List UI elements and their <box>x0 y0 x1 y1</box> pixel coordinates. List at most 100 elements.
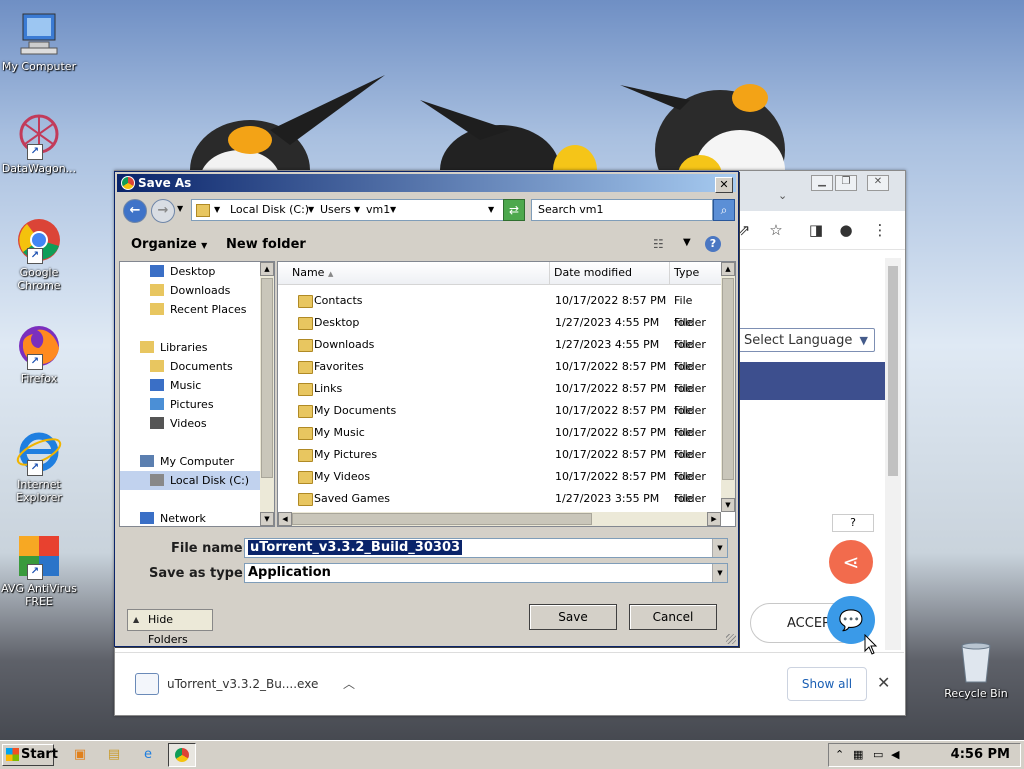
nav-item[interactable]: Downloads <box>120 281 260 300</box>
media-player-icon[interactable]: ▣ <box>70 745 90 765</box>
volume-icon[interactable]: ◀ <box>891 748 899 761</box>
nav-item[interactable]: Videos <box>120 414 260 433</box>
column-header-name[interactable]: Name ▲ <box>278 262 550 284</box>
refresh-icon[interactable]: ⇄ <box>503 199 525 221</box>
file-row[interactable]: My Pictures 10/17/2022 8:57 PM File folder <box>278 444 721 483</box>
breadcrumb-local-disk[interactable]: Local Disk (C:) <box>230 200 309 220</box>
file-name: My Pictures <box>314 448 378 461</box>
scrollbar-thumb[interactable] <box>888 266 898 476</box>
internet-explorer-icon[interactable]: e <box>138 745 158 765</box>
column-header-date-modified[interactable]: Date modified <box>550 262 670 284</box>
browser-menu-icon[interactable]: ⋮ <box>869 219 891 241</box>
file-list-horizontal-scrollbar[interactable]: ◀ ▶ <box>278 512 721 526</box>
breadcrumb-arrow-icon[interactable]: ▼ <box>354 200 360 220</box>
minimize-button[interactable]: ▁ <box>811 175 833 191</box>
download-item[interactable]: uTorrent_v3.3.2_Bu....exe ︿ <box>135 667 355 701</box>
recent-locations-arrow-icon[interactable]: ▼ <box>177 204 183 213</box>
file-date: 10/17/2022 8:57 PM <box>555 426 667 439</box>
display-icon[interactable]: ▭ <box>873 748 883 761</box>
file-row[interactable]: Favorites 10/17/2022 8:57 PM File folder <box>278 356 721 395</box>
forward-button[interactable]: → <box>151 199 175 223</box>
file-list-vertical-scrollbar[interactable]: ▲ ▼ <box>721 262 735 512</box>
new-folder-button[interactable]: New folder <box>226 237 306 252</box>
cancel-button[interactable]: Cancel <box>629 604 717 630</box>
search-input[interactable]: Search vm1 <box>531 199 713 221</box>
file-row[interactable]: My Videos 10/17/2022 8:57 PM File folder <box>278 466 721 505</box>
nav-item[interactable]: Libraries <box>120 338 260 357</box>
bookmark-star-icon[interactable]: ☆ <box>765 219 787 241</box>
file-row[interactable]: Desktop 1/27/2023 4:55 PM File folder <box>278 312 721 351</box>
tab-search-chevron-icon[interactable]: ⌄ <box>778 189 787 202</box>
address-dropdown-icon[interactable]: ▼ <box>488 200 494 220</box>
explorer-folder-icon[interactable]: ▤ <box>104 745 124 765</box>
address-bar[interactable]: ▼ Local Disk (C:) ▼ Users ▼ vm1 ▼ ▼ <box>191 199 511 221</box>
resize-grip[interactable] <box>726 634 736 644</box>
network-icon[interactable]: ▦ <box>853 748 863 761</box>
file-row[interactable]: Saved Games1/27/2023 3:55 PMFile folder <box>278 488 721 526</box>
nav-scrollbar[interactable]: ▲ ▼ <box>260 262 274 526</box>
nav-item[interactable]: Recent Places <box>120 300 260 319</box>
browser-scrollbar[interactable] <box>885 258 901 650</box>
desktop-icon-google-chrome[interactable]: ↗ Google Chrome <box>0 216 78 292</box>
show-all-button[interactable]: Show all <box>787 667 867 701</box>
file-row[interactable]: My Music 10/17/2022 8:57 PM File folder <box>278 422 721 461</box>
breadcrumb-arrow-icon[interactable]: ▼ <box>214 200 220 220</box>
folder-icon <box>150 284 164 296</box>
save-as-type-select[interactable]: Application ▼ <box>244 563 728 583</box>
file-name-input[interactable]: uTorrent_v3.3.2_Build_30303 ▼ <box>244 538 728 558</box>
hide-folders-button[interactable]: Hide Folders <box>127 609 213 646</box>
nav-item[interactable]: Local Disk (C:) <box>120 471 260 490</box>
chevron-up-icon[interactable]: ︿ <box>343 675 355 692</box>
nav-item-label: Music <box>170 379 202 392</box>
nav-item[interactable]: Music <box>120 376 260 395</box>
desktop-icon-internet-explorer[interactable]: ↗ Internet Explorer <box>0 428 78 504</box>
save-button[interactable]: Save <box>529 604 617 630</box>
desktop-icon-datawagon[interactable]: ↗ DataWagon... <box>0 112 78 175</box>
help-icon[interactable]: ? <box>705 236 721 252</box>
dropdown-arrow-icon[interactable]: ▼ <box>712 564 727 582</box>
share-fab-button[interactable]: ⋖ <box>829 540 873 584</box>
organize-menu[interactable]: Organize ▼ <box>131 237 207 252</box>
file-date: 1/27/2023 3:55 PM <box>555 492 660 505</box>
language-select[interactable]: Select Language ▼ <box>737 328 875 352</box>
nav-item[interactable]: My Computer <box>120 452 260 471</box>
desktop-icon-recycle-bin[interactable]: Recycle Bin <box>944 640 1008 700</box>
desktop-icon-my-computer[interactable]: My Computer <box>0 10 78 73</box>
maximize-button[interactable]: ❐ <box>835 175 857 191</box>
file-row[interactable]: Links 10/17/2022 8:57 PM File folder <box>278 378 721 417</box>
close-button[interactable]: ✕ <box>867 175 889 191</box>
profile-avatar-icon[interactable]: ● <box>835 219 857 241</box>
help-question-button[interactable]: ? <box>832 514 874 532</box>
scrollbar-thumb[interactable] <box>292 513 592 525</box>
dialog-close-button[interactable]: ✕ <box>715 177 733 193</box>
start-button[interactable]: Start <box>2 744 58 766</box>
nav-item[interactable]: Network <box>120 509 260 526</box>
nav-item[interactable]: Documents <box>120 357 260 376</box>
scrollbar-thumb[interactable] <box>261 278 273 478</box>
tray-expand-icon[interactable]: ⌃ <box>835 748 844 761</box>
breadcrumb-users[interactable]: Users <box>320 200 351 220</box>
clock[interactable]: 4:56 PM <box>951 747 1010 762</box>
nav-item-label: Downloads <box>170 284 231 297</box>
file-date: 10/17/2022 8:57 PM <box>555 404 667 417</box>
back-button[interactable]: ← <box>123 199 147 223</box>
file-row[interactable]: My Documents 10/17/2022 8:57 PM File folde… <box>278 400 721 439</box>
side-panel-icon[interactable]: ◨ <box>805 219 827 241</box>
file-row[interactable]: Contacts 10/17/2022 8:57 PM File folder <box>278 290 721 329</box>
close-download-bar-icon[interactable]: ✕ <box>877 673 890 692</box>
desktop-icon-firefox[interactable]: ↗ Firefox <box>0 322 78 385</box>
scrollbar-thumb[interactable] <box>722 278 734 480</box>
breadcrumb-arrow-icon[interactable]: ▼ <box>308 200 314 220</box>
desktop-icon-avg-antivirus[interactable]: ↗ AVG AntiVirus FREE <box>0 532 78 608</box>
file-row[interactable]: Downloads 1/27/2023 4:55 PM File folder <box>278 334 721 373</box>
nav-item[interactable]: Desktop <box>120 262 260 281</box>
view-options-icon[interactable]: ☷ <box>653 237 664 251</box>
download-bar: uTorrent_v3.3.2_Bu....exe ︿ Show all ✕ <box>115 652 904 715</box>
breadcrumb-vm1[interactable]: vm1 <box>366 200 390 220</box>
search-icon[interactable]: ⌕ <box>713 199 735 221</box>
dropdown-arrow-icon[interactable]: ▼ <box>712 539 727 557</box>
breadcrumb-arrow-icon[interactable]: ▼ <box>390 200 396 220</box>
nav-item[interactable]: Pictures <box>120 395 260 414</box>
taskbar-chrome-button[interactable] <box>168 743 196 767</box>
view-dropdown-arrow-icon[interactable]: ▼ <box>683 237 691 248</box>
